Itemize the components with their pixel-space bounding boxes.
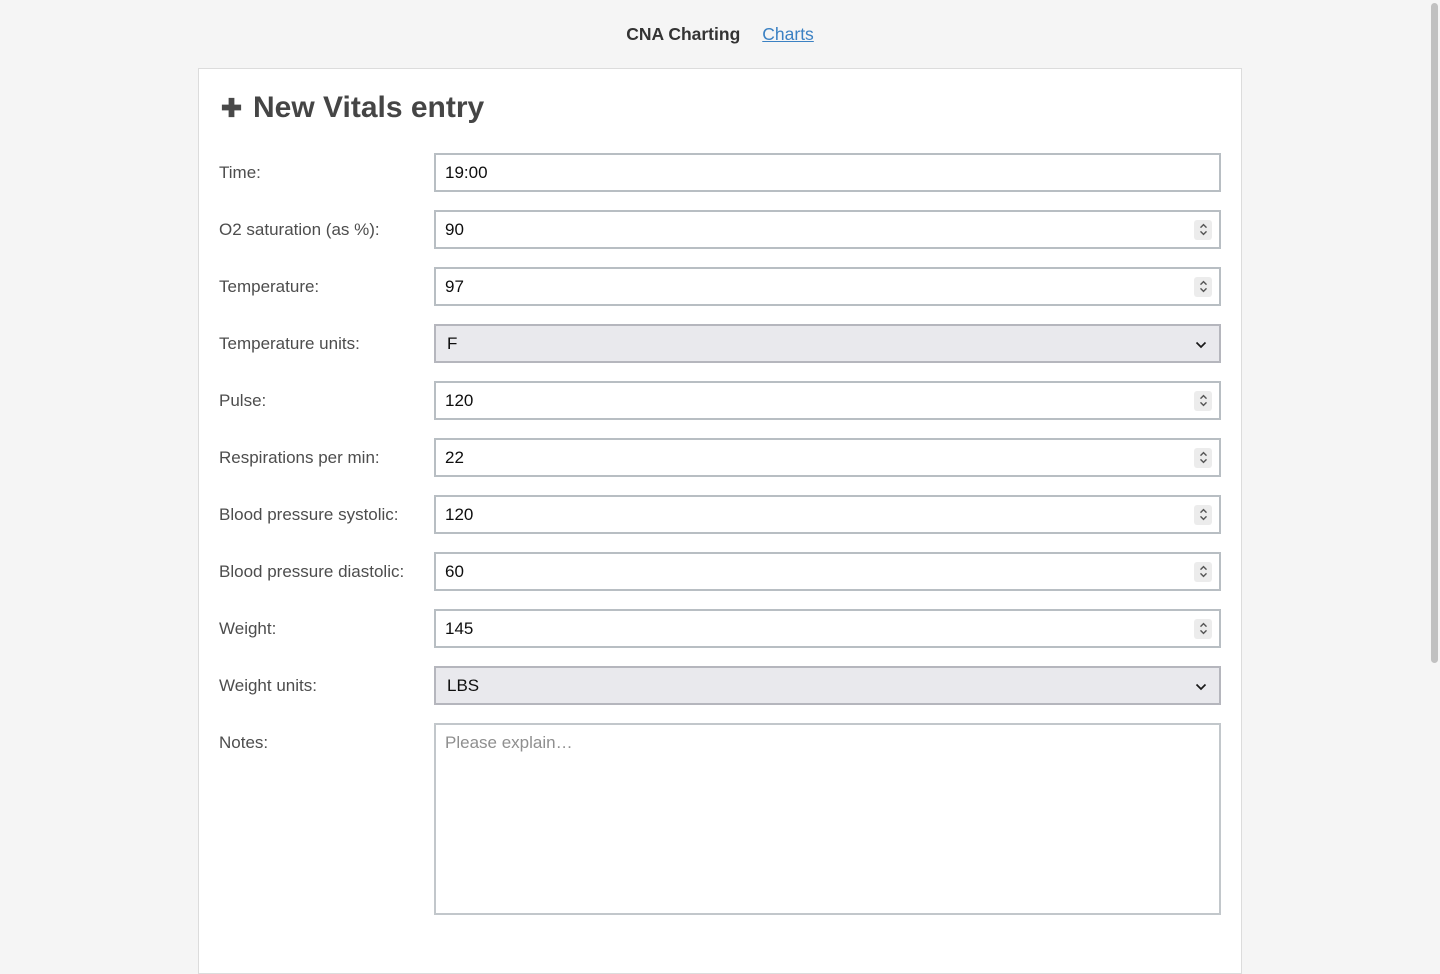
- temperature-units-value: F: [447, 334, 457, 354]
- form-row-respirations: Respirations per min: 22: [219, 438, 1221, 477]
- weight-units-select[interactable]: LBS: [434, 666, 1221, 705]
- card-heading: New Vitals entry: [219, 89, 1221, 126]
- temperature-units-label: Temperature units:: [219, 324, 434, 363]
- top-navigation: CNA Charting Charts: [0, 0, 1440, 44]
- time-label: Time:: [219, 153, 434, 192]
- form-row-temperature: Temperature: 97: [219, 267, 1221, 306]
- pulse-label: Pulse:: [219, 381, 434, 420]
- respirations-input[interactable]: 22: [434, 438, 1221, 477]
- form-row-bp-diastolic: Blood pressure diastolic: 60: [219, 552, 1221, 591]
- number-spinner-icon[interactable]: [1194, 619, 1212, 639]
- temperature-label: Temperature:: [219, 267, 434, 306]
- bp-diastolic-input[interactable]: 60: [434, 552, 1221, 591]
- form-row-o2: O2 saturation (as %): 90: [219, 210, 1221, 249]
- app-title: CNA Charting: [626, 24, 740, 45]
- temperature-input[interactable]: 97: [434, 267, 1221, 306]
- bp-diastolic-label: Blood pressure diastolic:: [219, 552, 434, 591]
- number-spinner-icon[interactable]: [1194, 562, 1212, 582]
- plus-icon: [219, 95, 244, 120]
- bp-systolic-label: Blood pressure systolic:: [219, 495, 434, 534]
- notes-label: Notes:: [219, 723, 434, 915]
- notes-textarea[interactable]: [434, 723, 1221, 915]
- form-row-pulse: Pulse: 120: [219, 381, 1221, 420]
- temperature-units-select[interactable]: F: [434, 324, 1221, 363]
- chevron-down-icon: [1195, 334, 1207, 354]
- weight-units-label: Weight units:: [219, 666, 434, 705]
- number-spinner-icon[interactable]: [1194, 277, 1212, 297]
- bp-systolic-value: 120: [445, 505, 473, 525]
- weight-label: Weight:: [219, 609, 434, 648]
- weight-input[interactable]: 145: [434, 609, 1221, 648]
- new-vitals-card: New Vitals entry Time: 19:00 O2 saturati…: [198, 68, 1242, 974]
- time-input[interactable]: 19:00: [434, 153, 1221, 192]
- number-spinner-icon[interactable]: [1194, 391, 1212, 411]
- page-scrollbar[interactable]: [1431, 3, 1438, 663]
- weight-value: 145: [445, 619, 473, 639]
- pulse-value: 120: [445, 391, 473, 411]
- number-spinner-icon[interactable]: [1194, 220, 1212, 240]
- o2-saturation-value: 90: [445, 220, 464, 240]
- form-row-time: Time: 19:00: [219, 153, 1221, 192]
- weight-units-value: LBS: [447, 676, 479, 696]
- number-spinner-icon[interactable]: [1194, 448, 1212, 468]
- card-heading-label: New Vitals entry: [253, 89, 484, 126]
- pulse-input[interactable]: 120: [434, 381, 1221, 420]
- respirations-label: Respirations per min:: [219, 438, 434, 477]
- o2-saturation-input[interactable]: 90: [434, 210, 1221, 249]
- number-spinner-icon[interactable]: [1194, 505, 1212, 525]
- form-row-weight-units: Weight units: LBS: [219, 666, 1221, 705]
- form-row-temperature-units: Temperature units: F: [219, 324, 1221, 363]
- chevron-down-icon: [1195, 676, 1207, 696]
- form-row-weight: Weight: 145: [219, 609, 1221, 648]
- time-value: 19:00: [445, 163, 488, 183]
- form-row-bp-systolic: Blood pressure systolic: 120: [219, 495, 1221, 534]
- temperature-value: 97: [445, 277, 464, 297]
- o2-saturation-label: O2 saturation (as %):: [219, 210, 434, 249]
- charts-link[interactable]: Charts: [762, 24, 814, 45]
- respirations-value: 22: [445, 448, 464, 468]
- bp-diastolic-value: 60: [445, 562, 464, 582]
- form-row-notes: Notes:: [219, 723, 1221, 915]
- bp-systolic-input[interactable]: 120: [434, 495, 1221, 534]
